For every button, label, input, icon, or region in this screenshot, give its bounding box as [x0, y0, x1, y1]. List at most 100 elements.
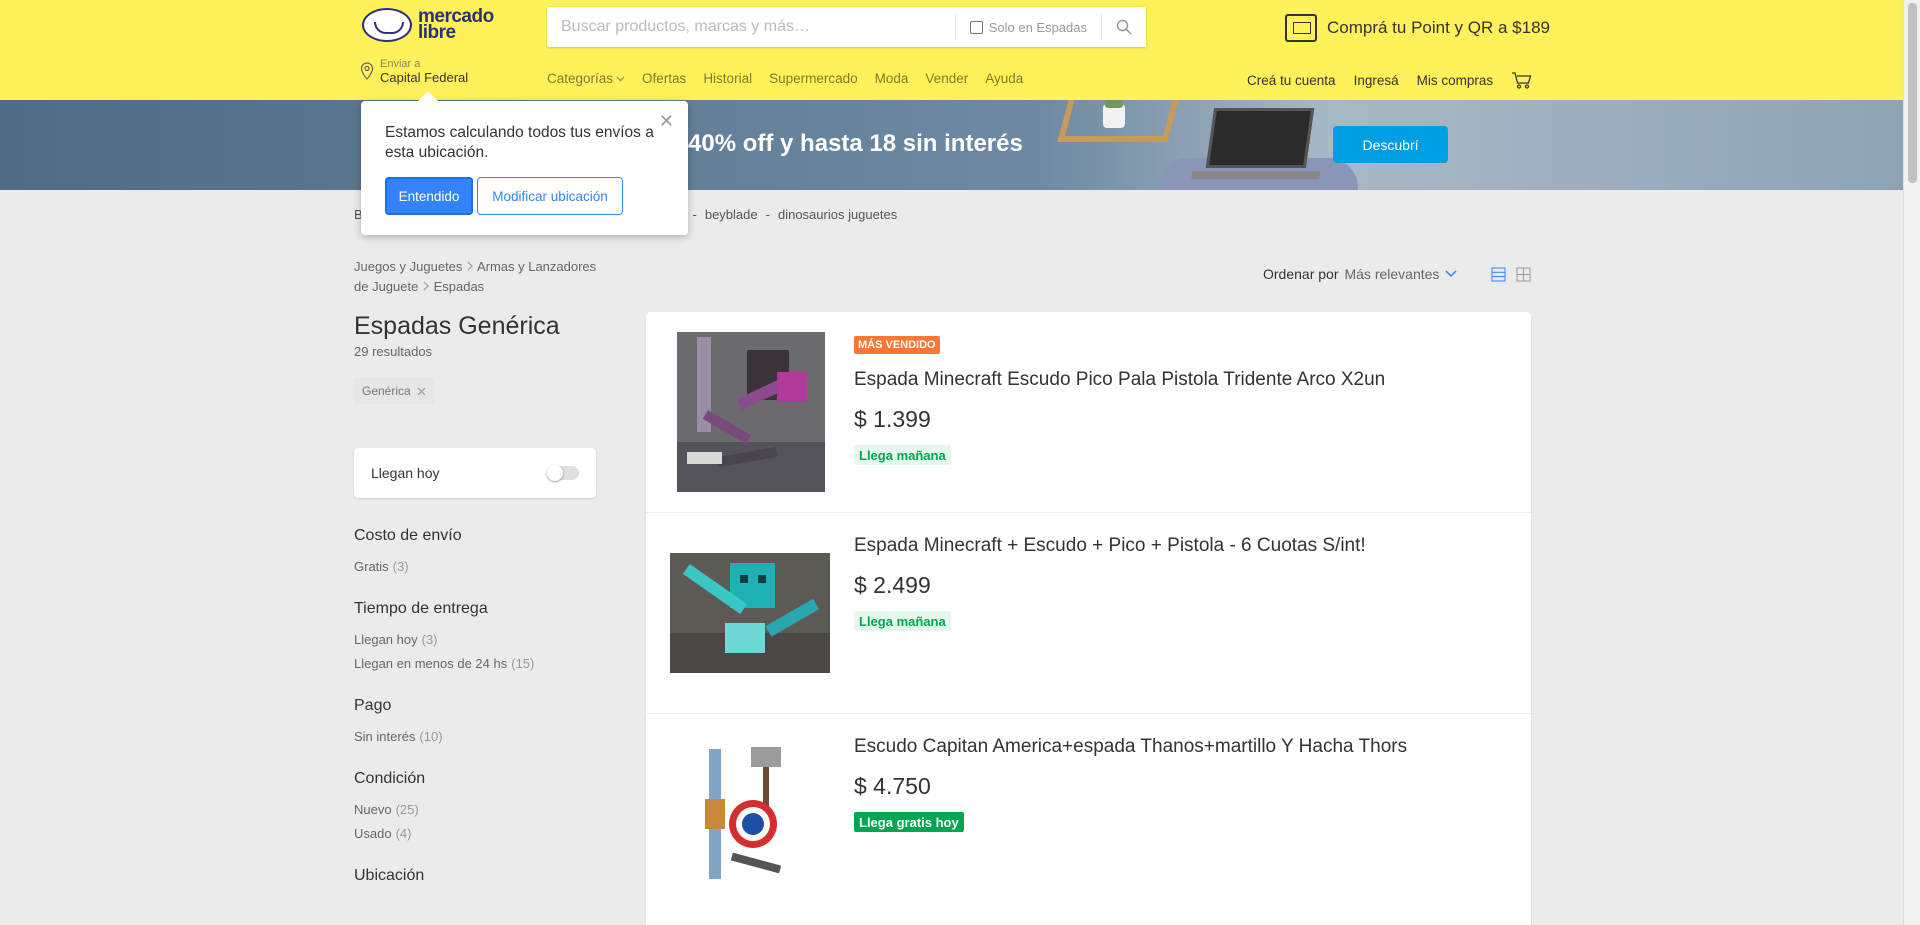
nav-supermercado[interactable]: Supermercado — [769, 71, 858, 86]
filter-title: Pago — [354, 697, 392, 714]
nav-historial[interactable]: Historial — [703, 71, 752, 86]
view-switcher — [1491, 267, 1531, 282]
list-item[interactable]: Escudo Capitan America+espada Thanos+mar… — [646, 714, 1531, 915]
location-pin-icon — [360, 62, 374, 80]
related-item[interactable]: dinosaurios juguetes — [778, 207, 897, 222]
product-price: $ 4.750 — [854, 773, 931, 799]
product-price: $ 2.499 — [854, 572, 931, 598]
product-price: $ 1.399 — [854, 406, 931, 432]
cart-icon[interactable] — [1511, 71, 1533, 89]
filter-option[interactable]: Llegan hoy (3) — [354, 628, 614, 652]
user-nav: Creá tu cuenta Ingresá Mis compras — [1247, 71, 1533, 89]
minecraft-diamond-set-image — [670, 553, 830, 673]
results-list: MÁS VENDIDO Espada Minecraft Escudo Pico… — [646, 312, 1531, 925]
logo[interactable]: mercado libre — [362, 6, 494, 43]
modify-location-button[interactable]: Modificar ubicación — [477, 177, 623, 215]
results-count: 29 resultados — [354, 344, 433, 359]
breadcrumb: Juegos y Juguetes Armas y Lanzadores de … — [354, 257, 624, 297]
filter-group: Condición Nuevo (25) Usado (4) — [354, 770, 614, 846]
search-input[interactable] — [547, 7, 955, 47]
nav-moda[interactable]: Moda — [875, 71, 909, 86]
product-image[interactable] — [676, 332, 826, 492]
solo-label: Solo en Espadas — [988, 19, 1087, 35]
search-bar: Solo en Espadas — [547, 7, 1146, 47]
search-icon — [1116, 19, 1132, 35]
page-title: Espadas Genérica — [354, 312, 560, 340]
handshake-logo-icon — [362, 8, 412, 42]
product-title[interactable]: Espada Minecraft + Escudo + Pico + Pisto… — [854, 535, 1366, 557]
product-title[interactable]: Escudo Capitan America+espada Thanos+mar… — [854, 736, 1407, 758]
logo-text: mercado libre — [418, 6, 494, 43]
entendido-button[interactable]: Entendido — [385, 177, 473, 215]
product-title[interactable]: Espada Minecraft Escudo Pico Pala Pistol… — [854, 369, 1385, 391]
shipping-tag: Llega gratis hoy — [854, 812, 964, 832]
filter-option[interactable]: Gratis (3) — [354, 555, 614, 579]
sort-value[interactable]: Más relevantes — [1344, 266, 1439, 282]
nav-ayuda[interactable]: Ayuda — [985, 71, 1023, 86]
crumb-juegos[interactable]: Juegos y Juguetes — [354, 259, 462, 274]
location-selector[interactable]: Enviar a Capital Federal — [360, 58, 468, 86]
related-separator: - — [692, 207, 697, 222]
crumb-armas-2[interactable]: de Juguete — [354, 279, 418, 294]
list-item[interactable]: MÁS VENDIDO Espada Minecraft Escudo Pico… — [646, 312, 1531, 513]
toggle-label: Llegan hoy — [371, 465, 440, 481]
llegan-hoy-toggle-box: Llegan hoy — [354, 448, 596, 498]
banner-discover-button[interactable]: Descubrí — [1333, 126, 1448, 163]
filter-group: Costo de envío Gratis (3) — [354, 527, 614, 579]
filter-chip[interactable]: Genérica — [354, 378, 434, 404]
header: mercado libre Solo en Espadas Comprá tu … — [0, 0, 1903, 100]
point-device-icon — [1285, 14, 1317, 42]
close-icon[interactable] — [417, 387, 426, 396]
product-image[interactable] — [676, 734, 826, 894]
create-account-link[interactable]: Creá tu cuenta — [1247, 73, 1336, 88]
scrollbar-thumb[interactable] — [1908, 3, 1917, 183]
page-scrollbar[interactable] — [1903, 0, 1920, 925]
promo-point-link[interactable]: Comprá tu Point y QR a $189 — [1285, 14, 1550, 42]
minecraft-weapons-image — [677, 332, 825, 492]
promo-banner[interactable]: a 40% off y hasta 18 sin interés Descubr… — [0, 100, 1903, 190]
grid-view-icon[interactable] — [1516, 267, 1531, 282]
shipping-tag: Llega mañana — [854, 611, 951, 631]
filter-title: Ubicación — [354, 867, 425, 884]
filter-option[interactable]: Llegan en menos de 24 hs (15) — [354, 652, 614, 676]
location-popover: ✕ Estamos calculando todos tus envíos a … — [361, 101, 688, 235]
chevron-down-icon — [616, 76, 625, 81]
list-view-icon[interactable] — [1491, 267, 1506, 282]
banner-text: a 40% off y hasta 18 sin interés — [668, 130, 1023, 157]
checkbox-icon[interactable] — [969, 20, 983, 34]
crumb-armas[interactable]: Armas y Lanzadores — [477, 259, 596, 274]
close-icon[interactable]: ✕ — [659, 111, 674, 132]
plant-illustration — [1103, 100, 1125, 128]
solo-checkbox[interactable]: Solo en Espadas — [956, 20, 1101, 35]
filter-option[interactable]: Sin interés (10) — [354, 725, 614, 749]
related-separator: - — [765, 207, 770, 222]
filter-group: Pago Sin interés (10) — [354, 697, 614, 749]
sort-control[interactable]: Ordenar por Más relevantes — [1263, 266, 1457, 282]
nav-ofertas[interactable]: Ofertas — [642, 71, 686, 86]
sort-label: Ordenar por — [1263, 266, 1339, 282]
popover-message: Estamos calculando todos tus envíos a es… — [385, 124, 654, 161]
popover-actions: Entendido Modificar ubicación — [385, 177, 664, 215]
product-image[interactable] — [670, 533, 830, 693]
list-item[interactable]: Espada Minecraft + Escudo + Pico + Pisto… — [646, 513, 1531, 714]
chip-label: Genérica — [362, 384, 411, 398]
my-purchases-link[interactable]: Mis compras — [1417, 73, 1494, 88]
location-value: Capital Federal — [380, 70, 469, 85]
filter-option[interactable]: Nuevo (25) — [354, 798, 614, 822]
promo-text: Comprá tu Point y QR a $189 — [1327, 18, 1551, 37]
filter-option[interactable]: Usado (4) — [354, 822, 614, 846]
nav-vender[interactable]: Vender — [925, 71, 968, 86]
filter-title: Costo de envío — [354, 527, 462, 544]
search-button[interactable] — [1102, 7, 1146, 47]
chevron-down-icon — [1445, 270, 1457, 278]
filter-title: Tiempo de entrega — [354, 600, 488, 617]
llegan-hoy-toggle[interactable] — [547, 465, 579, 481]
related-item[interactable]: beyblade — [705, 207, 758, 222]
nav-categorias[interactable]: Categorías — [547, 71, 625, 86]
captain-america-set-image — [691, 739, 811, 889]
filters: Costo de envío Gratis (3) Tiempo de entre… — [354, 527, 614, 906]
chevron-right-icon — [467, 261, 473, 271]
login-link[interactable]: Ingresá — [1354, 73, 1399, 88]
crumb-espadas[interactable]: Espadas — [434, 279, 485, 294]
filter-group: Tiempo de entrega Llegan hoy (3) Llegan e… — [354, 600, 614, 676]
